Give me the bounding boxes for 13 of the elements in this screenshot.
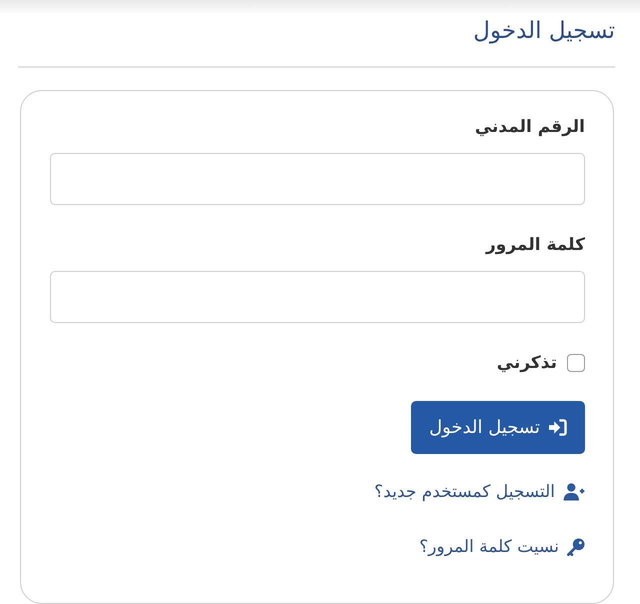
checkbox-label: تذكرني (496, 352, 557, 375)
field-label: الرقم المدني (474, 116, 585, 139)
field-label: كلمة المرور (486, 234, 585, 257)
register-link[interactable]: التسجيل كمستخدم جديد؟ (374, 480, 585, 504)
sign-in-icon (548, 419, 567, 436)
key-icon (567, 538, 585, 556)
page-title: تسجيل الدخول (473, 17, 615, 46)
text-field[interactable] (50, 271, 585, 323)
text-field[interactable] (50, 153, 585, 205)
user-plus-icon (563, 483, 585, 501)
checkbox[interactable] (567, 354, 585, 372)
forgot-password-link[interactable]: نسيت كلمة المرور؟ (419, 535, 585, 559)
login-button[interactable]: تسجيل الدخول (411, 401, 585, 454)
